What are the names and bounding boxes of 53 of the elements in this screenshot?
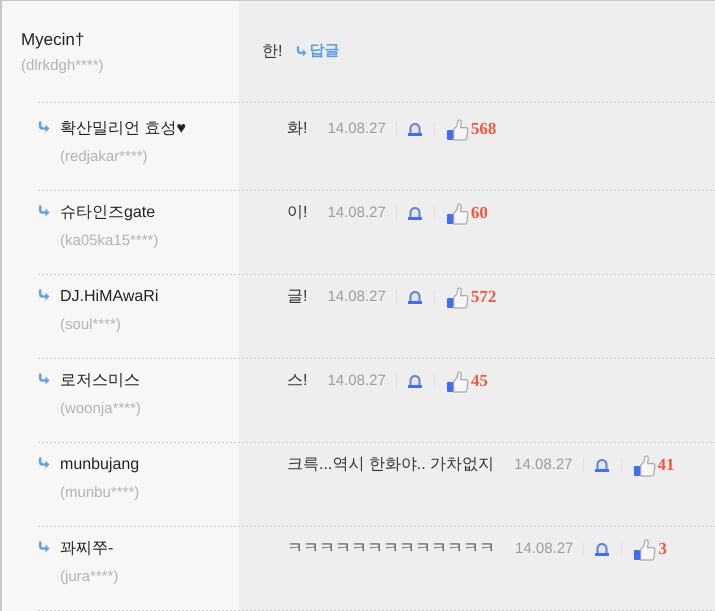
thumbs-up-icon	[446, 202, 469, 224]
thumbs-up-icon	[446, 370, 469, 392]
author-name: Myecin†	[21, 28, 84, 50]
like-button[interactable]: 45	[446, 369, 488, 393]
reply-link[interactable]: 답글	[296, 40, 340, 63]
user-id: (ka05ka15****)	[60, 231, 158, 251]
like-button[interactable]: 572	[446, 285, 496, 309]
comment-date: 14.08.27	[327, 371, 386, 391]
comment-text: 이!	[287, 203, 308, 223]
thumbs-up-icon	[632, 454, 656, 476]
reply-arrow-icon	[38, 289, 50, 301]
user-id: (dlrkdgh****)	[21, 56, 104, 76]
like-button[interactable]: 41	[632, 453, 675, 477]
reply-arrow-icon	[38, 541, 50, 553]
user-id: (redjakar****)	[60, 147, 148, 167]
siren-icon[interactable]	[406, 122, 423, 136]
comment-date: 14.08.27	[327, 203, 386, 223]
comment-text: 글!	[287, 287, 308, 307]
author-name: munbujang	[60, 455, 140, 475]
user-id: (woonja****)	[60, 399, 141, 419]
comment-date: 14.08.27	[327, 287, 386, 307]
user-id: (soul****)	[60, 315, 121, 335]
comment-text: 화!	[287, 119, 308, 139]
author-name: 꽈찌쭈-	[60, 539, 114, 559]
siren-icon[interactable]	[406, 290, 423, 304]
like-button[interactable]: 3	[633, 537, 667, 561]
like-button[interactable]: 568	[446, 117, 496, 141]
siren-icon[interactable]	[594, 458, 610, 472]
comment-text: 스!	[287, 371, 308, 391]
like-button[interactable]: 60	[446, 201, 488, 225]
reply-arrow-icon	[38, 373, 50, 385]
author-name: 로저스미스	[60, 371, 140, 391]
author-name: DJ.HiMAwaRi	[60, 287, 158, 307]
siren-icon[interactable]	[406, 374, 423, 388]
reply-arrow-icon	[296, 46, 308, 57]
comment-date: 14.08.27	[327, 119, 386, 139]
user-id: (munbu****)	[60, 483, 140, 503]
thumbs-up-icon	[446, 118, 469, 140]
comment-text: 한!	[262, 42, 282, 62]
thumbs-up-icon	[633, 538, 656, 560]
comment-date: 14.08.27	[515, 539, 574, 559]
author-name: 확산밀리언 효성♥	[60, 119, 186, 139]
thumbs-up-icon	[446, 286, 469, 308]
reply-arrow-icon	[38, 205, 50, 217]
siren-icon[interactable]	[594, 542, 610, 556]
comment-text: ㅋㅋㅋㅋㅋㅋㅋㅋㅋㅋㅋㅋㅋ	[287, 539, 495, 559]
reply-arrow-icon	[38, 121, 50, 133]
siren-icon[interactable]	[406, 206, 423, 220]
reply-arrow-icon	[38, 457, 50, 469]
comment-date: 14.08.27	[514, 455, 573, 475]
user-id: (jura****)	[60, 567, 118, 587]
comment-text: 크륵...역시 한화야.. 가차없지	[287, 455, 494, 475]
author-name: 슈타인즈gate	[60, 203, 156, 223]
